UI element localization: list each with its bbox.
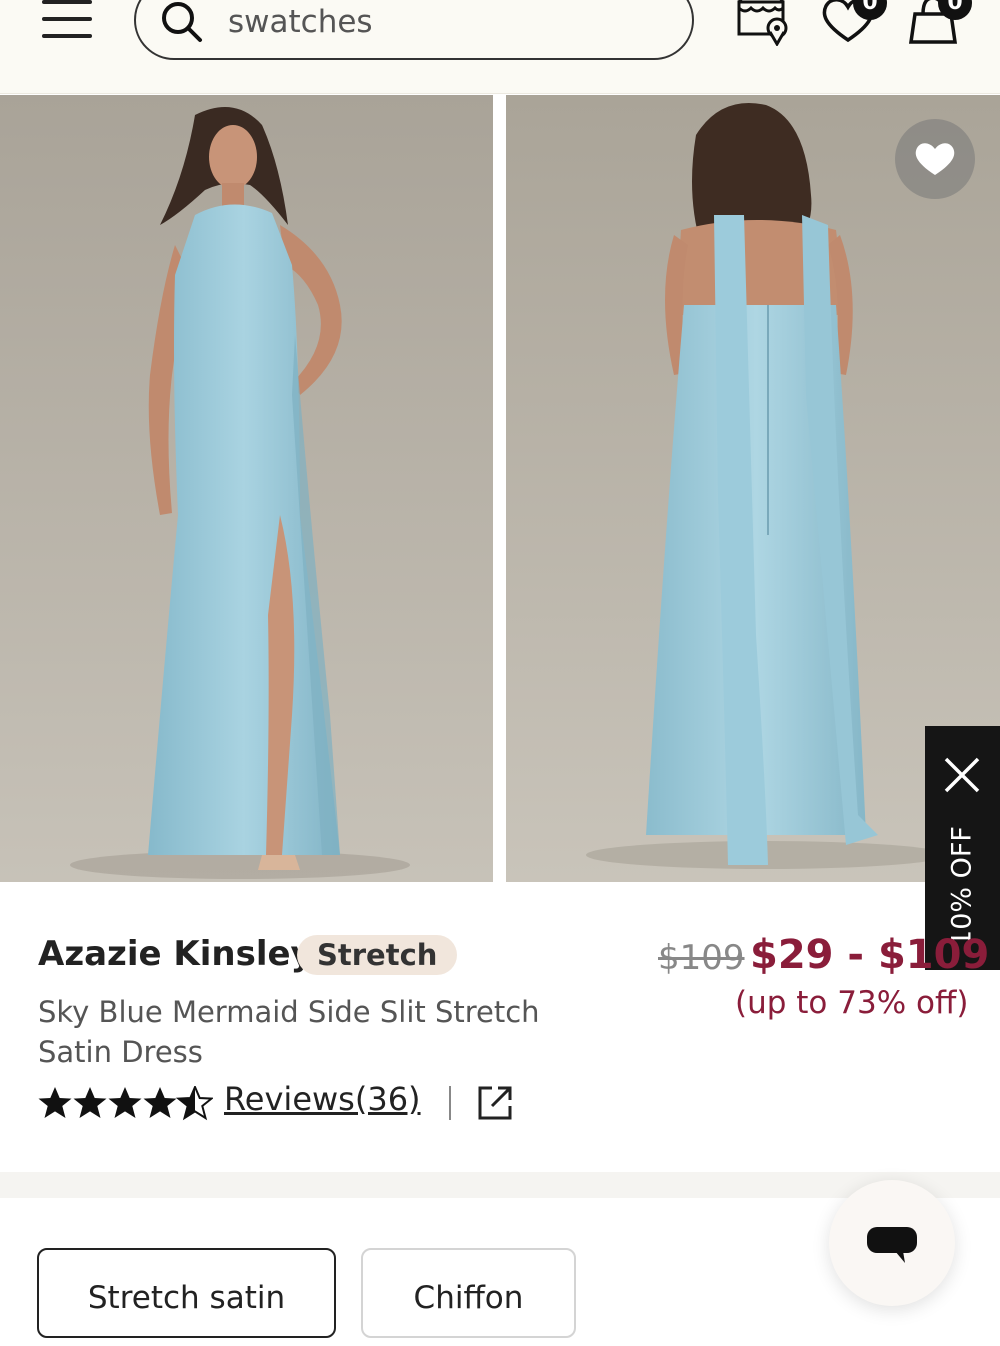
header: swatches 0 0 — [0, 0, 1000, 94]
favorite-button[interactable] — [895, 119, 975, 199]
store-locator-icon[interactable] — [735, 0, 795, 46]
product-name: Azazie Kinsley — [38, 934, 313, 974]
chat-button[interactable] — [829, 1180, 955, 1306]
heart-icon — [915, 143, 955, 175]
product-image-front[interactable] — [0, 95, 493, 882]
menu-icon[interactable] — [42, 0, 94, 40]
discount-text: (up to 73% off) — [735, 985, 969, 1021]
divider — [449, 1086, 451, 1120]
search-placeholder: swatches — [228, 4, 373, 40]
close-icon[interactable] — [943, 756, 981, 794]
sale-price: $29 - $109 — [750, 932, 990, 978]
product-description: Sky Blue Mermaid Side Slit Stretch Satin… — [38, 995, 540, 1069]
rating-stars — [38, 1086, 213, 1119]
chat-icon — [867, 1227, 917, 1263]
original-price: $109 — [658, 938, 745, 978]
stretch-tag: Stretch — [297, 935, 458, 975]
fabric-option-stretch-satin[interactable]: Stretch satin — [37, 1248, 336, 1338]
search-input[interactable]: swatches — [134, 0, 694, 60]
reviews-link[interactable]: Reviews(36) — [224, 1080, 421, 1118]
fabric-option-chiffon[interactable]: Chiffon — [361, 1248, 576, 1338]
search-icon — [162, 2, 202, 42]
section-divider — [0, 1172, 1000, 1198]
share-external-icon[interactable] — [476, 1084, 514, 1122]
